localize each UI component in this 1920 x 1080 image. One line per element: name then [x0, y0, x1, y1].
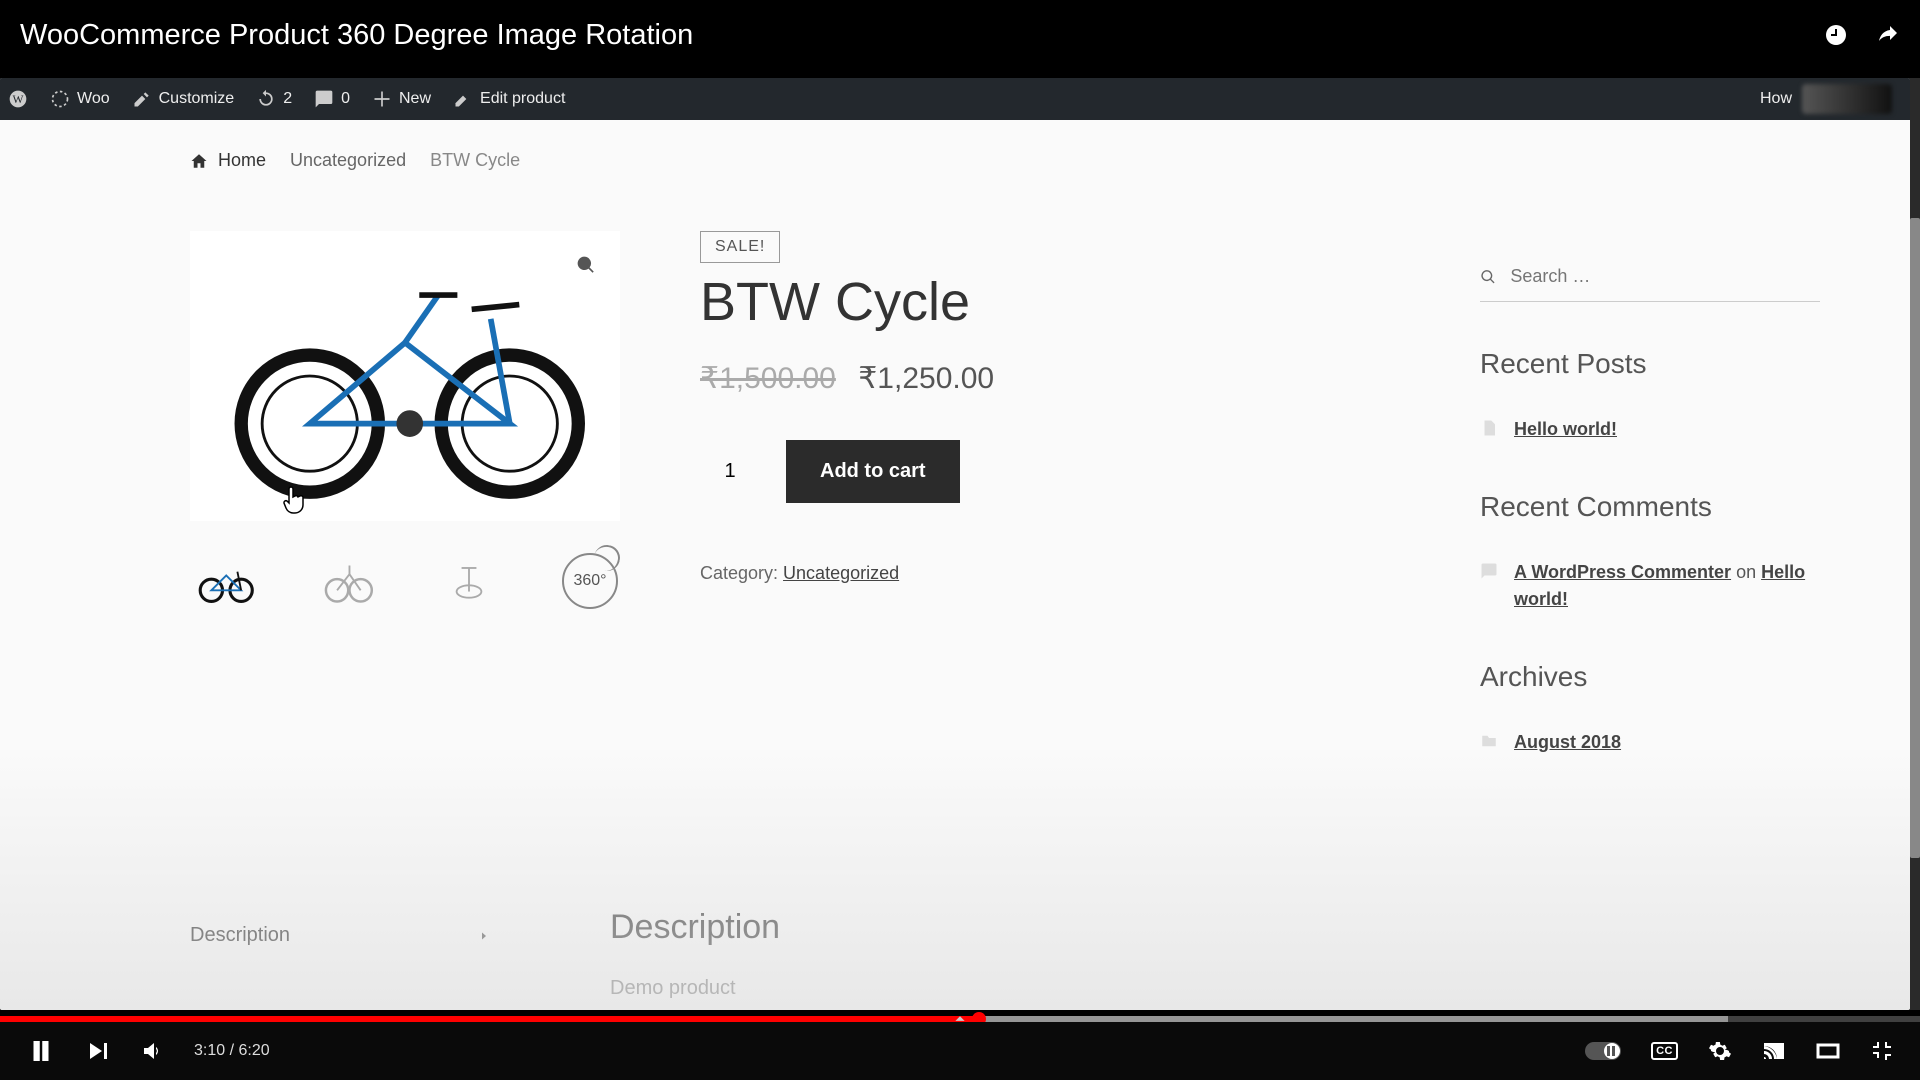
comments-count: 0 — [341, 90, 350, 108]
product-title: BTW Cycle — [700, 271, 1260, 333]
product-tabs: Description — [190, 908, 490, 963]
comment-icon — [1480, 562, 1498, 580]
product-main-image[interactable] — [190, 231, 620, 521]
comment-on-text: on — [1731, 562, 1761, 582]
recent-comment-item: A WordPress Commenter on Hello world! — [1480, 559, 1820, 613]
share-icon[interactable] — [1876, 23, 1900, 47]
description-panel: Description Demo product — [610, 908, 780, 1000]
fullscreen-exit-button[interactable] — [1870, 1039, 1894, 1063]
duration: 6:20 — [238, 1042, 269, 1059]
user-avatar[interactable] — [1802, 84, 1892, 114]
edit-product-link[interactable]: Edit product — [453, 89, 565, 109]
recent-post-item: Hello world! — [1480, 416, 1820, 443]
product-summary: SALE! BTW Cycle ₹1,500.00 ₹1,250.00 Add … — [700, 231, 1260, 611]
comments-link[interactable]: 0 — [314, 89, 350, 109]
theater-mode-button[interactable] — [1816, 1039, 1840, 1063]
description-text: Demo product — [610, 977, 780, 1000]
cast-button[interactable] — [1762, 1039, 1786, 1063]
browser-stage: W Woo Customize 2 0 New — [0, 78, 1910, 1010]
quantity-input[interactable] — [700, 442, 760, 502]
tab-description-label: Description — [190, 924, 290, 947]
recent-posts-title: Recent Posts — [1480, 348, 1820, 380]
sale-badge: SALE! — [700, 231, 780, 263]
zoom-icon[interactable] — [572, 251, 600, 279]
product-price: ₹1,500.00 ₹1,250.00 — [700, 361, 1260, 396]
customize-link[interactable]: Customize — [132, 89, 235, 109]
breadcrumb-category[interactable]: Uncategorized — [290, 150, 406, 171]
howdy-text[interactable]: How — [1760, 90, 1792, 108]
page-scrollbar-thumb[interactable] — [1910, 218, 1920, 858]
new-text: New — [399, 90, 431, 108]
volume-button[interactable] — [140, 1039, 164, 1063]
product-meta: Category: Uncategorized — [700, 563, 1260, 584]
wp-admin-bar: W Woo Customize 2 0 New — [0, 78, 1910, 120]
archive-link[interactable]: August 2018 — [1514, 729, 1621, 756]
breadcrumb-home[interactable]: Home — [190, 150, 266, 171]
breadcrumb-current: BTW Cycle — [430, 150, 520, 171]
wp-logo-icon[interactable]: W — [8, 89, 28, 109]
watch-later-icon[interactable] — [1824, 23, 1848, 47]
archives-title: Archives — [1480, 661, 1820, 693]
video-controls: 3:10 / 6:20 CC — [0, 1022, 1920, 1080]
page-content: Home Uncategorized BTW Cycle — [0, 120, 1910, 1010]
thumb-360-label: 360° — [573, 572, 606, 590]
category-link[interactable]: Uncategorized — [783, 563, 899, 583]
product-gallery: 360° — [190, 231, 620, 611]
video-title: WooCommerce Product 360 Degree Image Rot… — [20, 19, 693, 52]
video-title-bar: WooCommerce Product 360 Degree Image Rot… — [0, 0, 1920, 70]
old-price: ₹1,500.00 — [700, 362, 836, 395]
site-name-text: Woo — [77, 90, 110, 108]
pause-button[interactable] — [26, 1036, 56, 1066]
product-thumb-3[interactable] — [438, 551, 500, 611]
autoplay-toggle[interactable] — [1585, 1042, 1621, 1060]
new-link[interactable]: New — [372, 89, 431, 109]
customize-text: Customize — [159, 90, 235, 108]
chevron-right-icon — [478, 930, 490, 942]
product-thumbnails: 360° — [190, 551, 620, 611]
settings-button[interactable] — [1708, 1039, 1732, 1063]
search-widget[interactable] — [1480, 260, 1820, 302]
captions-button[interactable]: CC — [1651, 1042, 1678, 1060]
edit-product-text: Edit product — [480, 90, 565, 108]
next-button[interactable] — [86, 1039, 110, 1063]
site-name-link[interactable]: Woo — [50, 89, 110, 109]
product-thumb-2[interactable] — [316, 551, 378, 611]
category-label: Category: — [700, 563, 783, 583]
new-price: ₹1,250.00 — [858, 362, 994, 395]
archive-item: August 2018 — [1480, 729, 1820, 756]
search-input[interactable] — [1510, 266, 1820, 287]
video-time: 3:10 / 6:20 — [194, 1042, 270, 1060]
product-thumb-1[interactable] — [194, 551, 256, 611]
commenter-link[interactable]: A WordPress Commenter — [1514, 562, 1731, 582]
folder-icon — [1480, 732, 1498, 750]
description-heading: Description — [610, 908, 780, 947]
page-sidebar: Recent Posts Hello world! Recent Comment… — [1480, 260, 1820, 804]
product-thumb-360[interactable]: 360° — [560, 551, 620, 611]
svg-text:W: W — [12, 93, 23, 106]
recent-post-link[interactable]: Hello world! — [1514, 416, 1617, 443]
page-scrollbar-track[interactable] — [1910, 78, 1920, 1010]
document-icon — [1480, 419, 1498, 437]
updates-link[interactable]: 2 — [256, 89, 292, 109]
breadcrumb-home-text: Home — [218, 150, 266, 171]
updates-count: 2 — [283, 90, 292, 108]
tab-description[interactable]: Description — [190, 908, 490, 963]
add-to-cart-button[interactable]: Add to cart — [786, 440, 960, 503]
search-icon — [1480, 268, 1496, 286]
recent-comments-title: Recent Comments — [1480, 491, 1820, 523]
bicycle-image — [205, 251, 605, 501]
breadcrumb: Home Uncategorized BTW Cycle — [190, 150, 1840, 171]
current-time: 3:10 — [194, 1042, 225, 1059]
